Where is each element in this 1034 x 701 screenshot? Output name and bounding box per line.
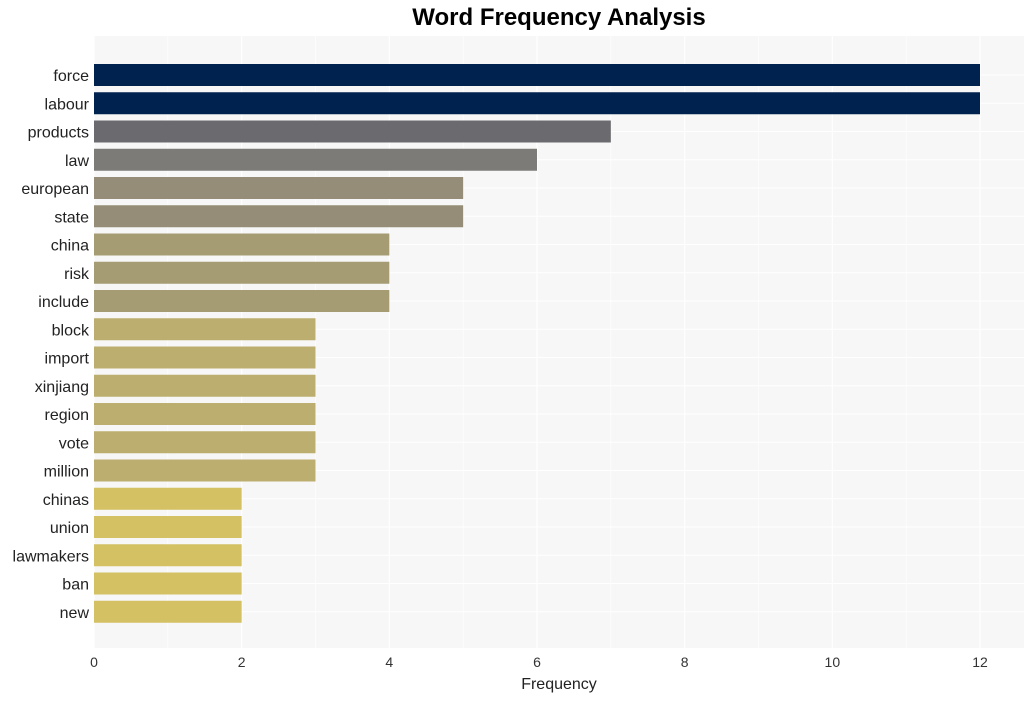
category-label-region: region — [45, 407, 89, 424]
x-tick-label: 4 — [385, 654, 393, 670]
category-label-law: law — [65, 153, 89, 170]
category-label-chinas: chinas — [43, 492, 89, 509]
bar-risk — [94, 261, 390, 284]
category-label-force: force — [53, 68, 89, 85]
category-label-state: state — [54, 209, 89, 226]
bar-force — [94, 64, 980, 86]
category-label-new: new — [60, 605, 90, 622]
bar-chinas — [94, 487, 242, 510]
x-tick-labels: 0 2 4 6 8 10 12 — [90, 654, 988, 670]
category-label-lawmakers: lawmakers — [13, 548, 89, 565]
category-label-import: import — [45, 351, 90, 368]
category-label-european: european — [21, 181, 89, 198]
x-tick-label: 12 — [972, 654, 988, 670]
x-axis-title: Frequency — [521, 676, 597, 693]
bar-labour — [94, 92, 980, 115]
bar-china — [94, 233, 390, 256]
bar-block — [94, 318, 316, 341]
x-tick-label: 8 — [681, 654, 689, 670]
bar-law — [94, 148, 537, 171]
x-tick-label: 0 — [90, 654, 98, 670]
category-label-products: products — [28, 125, 89, 142]
category-label-union: union — [50, 520, 89, 537]
bar-xinjiang — [94, 374, 316, 397]
bar-million — [94, 459, 316, 482]
bar-union — [94, 516, 242, 538]
category-labels: force labour products law european state china… — [13, 68, 90, 622]
category-label-risk: risk — [64, 266, 90, 283]
bar-chart: force labour products law european state china… — [13, 36, 1024, 693]
category-label-vote: vote — [59, 435, 89, 452]
bar-products — [94, 120, 611, 143]
bar-lawmakers — [94, 544, 242, 567]
x-tick-label: 10 — [825, 654, 841, 670]
category-label-ban: ban — [62, 577, 89, 594]
category-label-xinjiang: xinjiang — [35, 379, 89, 396]
x-tick-label: 6 — [533, 654, 541, 670]
bar-region — [94, 403, 316, 425]
bar-new — [94, 600, 242, 623]
bar-import — [94, 346, 316, 369]
bar-european — [94, 177, 464, 199]
bar-ban — [94, 572, 242, 595]
category-label-block: block — [52, 322, 90, 339]
bar-include — [94, 290, 390, 312]
category-label-million: million — [44, 464, 89, 481]
category-label-labour: labour — [45, 96, 90, 113]
category-label-china: china — [51, 238, 89, 255]
bar-state — [94, 205, 464, 228]
x-tick-label: 2 — [238, 654, 246, 670]
category-label-include: include — [38, 294, 89, 311]
bar-vote — [94, 431, 316, 454]
